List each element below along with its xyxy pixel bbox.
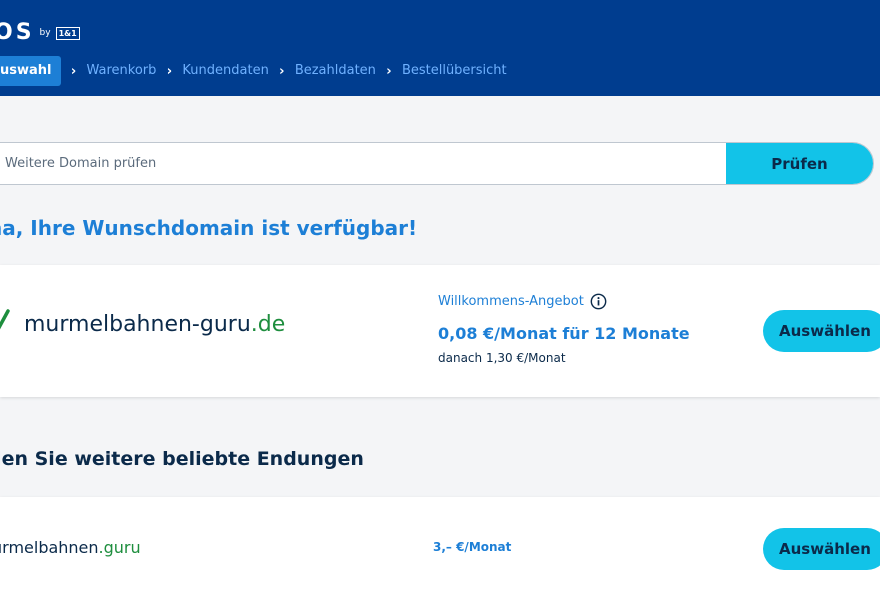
- breadcrumb-step-warenkorb[interactable]: Warenkorb: [87, 56, 157, 86]
- select-main-domain-button[interactable]: Auswählen: [763, 310, 880, 352]
- breadcrumb-step-kundendaten[interactable]: Kundendaten: [182, 56, 268, 86]
- main-domain-name: murmelbahnen-guru.de: [24, 312, 285, 337]
- availability-headline: na, Ihre Wunschdomain ist verfügbar!: [0, 216, 418, 240]
- extension-price: 3,– €/Monat: [433, 540, 512, 554]
- logo-by: by: [39, 28, 51, 38]
- logo-text: OS: [0, 20, 35, 45]
- checkmark-icon: [0, 309, 10, 330]
- brand-logo[interactable]: OS by 1&1: [0, 22, 80, 44]
- offer-after-price: danach 1,30 €/Monat: [438, 351, 566, 365]
- domain-search-input[interactable]: [0, 143, 726, 184]
- domain-search-bar: Prüfen: [0, 142, 874, 185]
- popular-extensions-title: den Sie weitere beliebte Endungen: [0, 448, 364, 470]
- domain-tld-label: .de: [250, 312, 286, 337]
- chevron-right-icon: ›: [386, 63, 392, 79]
- breadcrumb-step-active[interactable]: uswahl: [0, 56, 61, 86]
- extension-domain-name: urmelbahnen.guru: [0, 538, 141, 557]
- breadcrumb-step-bezahldaten[interactable]: Bezahldaten: [295, 56, 376, 86]
- info-icon[interactable]: [590, 293, 607, 310]
- offer-label-text: Willkommens-Angebot: [438, 294, 584, 309]
- chevron-right-icon: ›: [279, 63, 285, 79]
- extension-domain-label: urmelbahnen: [0, 538, 99, 557]
- check-domain-button[interactable]: Prüfen: [726, 143, 873, 184]
- welcome-offer-label: Willkommens-Angebot: [438, 293, 607, 310]
- breadcrumb: uswahl › Warenkorb › Kundendaten › Bezah…: [0, 56, 507, 86]
- chevron-right-icon: ›: [166, 63, 173, 79]
- select-extension-button[interactable]: Auswählen: [763, 528, 880, 570]
- domain-name-label: murmelbahnen-guru: [24, 312, 251, 337]
- offer-price: 0,08 €/Monat für 12 Monate: [438, 324, 690, 343]
- extension-tld-label: .guru: [98, 538, 141, 557]
- top-header: OS by 1&1 uswahl › Warenkorb › Kundendat…: [0, 0, 880, 96]
- logo-badge: 1&1: [55, 26, 80, 40]
- breadcrumb-step-bestelluebersicht[interactable]: Bestellübersicht: [402, 56, 507, 86]
- chevron-right-icon: ›: [70, 63, 77, 79]
